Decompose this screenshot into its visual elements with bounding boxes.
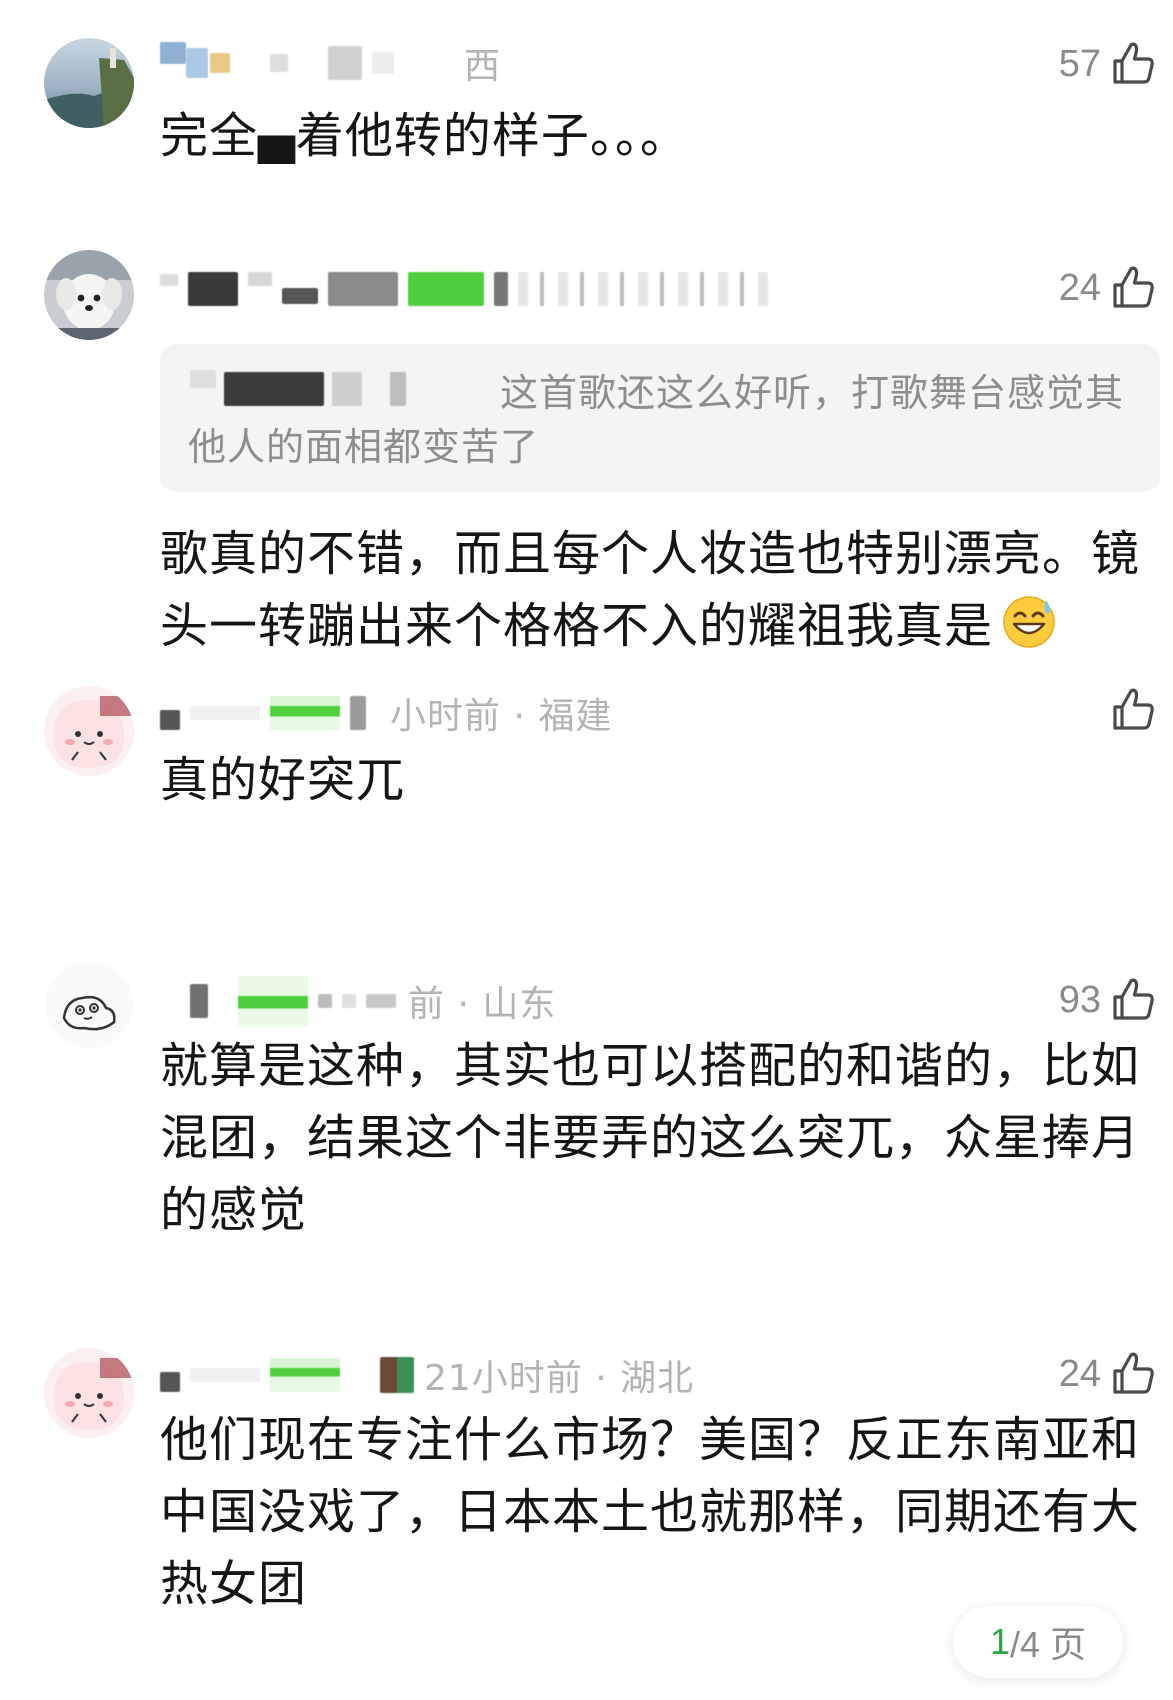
username-mosaic [160,42,186,64]
username-mosaic [282,288,318,304]
username-mosaic [328,46,362,80]
username-mosaic [372,52,394,74]
quoted-text: 这首歌还这么好听，打歌舞台感觉其他人的面相都变苦了 [188,371,1125,469]
avatar-dog-image [44,250,134,340]
username-mosaic [160,710,180,730]
username-mosaic [190,984,208,1018]
comment-item: 前 · 山东 93 就算是这种，其实也可以搭配的和谐的，比如混团，结果这个非要弄… [0,960,1173,1260]
username-mosaic [160,274,178,286]
username-mosaic [350,696,366,730]
comment-item: 24 这首歌还这么好听，打歌舞台感觉其他人的面相都变苦了 歌真的不错，而且每个人… [0,240,1173,654]
username-row[interactable]: 西 [160,40,502,87]
comment-item: 小时前 · 福建 真的好突兀 [0,680,1173,880]
thumbs-up-icon [1113,1352,1154,1394]
avatar[interactable] [44,250,134,340]
thumbs-up-icon [1113,978,1154,1020]
comment-text-body: 歌真的不错，而且每个人妆造也特别漂亮。镜头一转蹦出来个格格不入的耀祖我真是 [160,526,1141,654]
username-mosaic [380,1357,414,1393]
like-button[interactable]: 24 [1059,1350,1157,1398]
time-location-text: 前 · 山东 [408,984,557,1025]
avatar[interactable] [44,960,134,1050]
username-mosaic [342,994,356,1008]
time-location-text: 21小时前 · 湖北 [424,1358,695,1399]
username-row[interactable] [160,266,768,312]
avatar-landscape-image [44,38,134,128]
username-mosaic [328,272,398,306]
total-pages: /4 页 [1010,1624,1087,1665]
username-mosaic [518,272,768,306]
sweat-smile-emoji [1003,596,1055,648]
avatar[interactable] [44,1348,134,1438]
time-location-text: 小时前 · 福建 [390,696,613,737]
username-mosaic [494,272,508,306]
avatar[interactable] [44,686,134,776]
username-mosaic [190,1368,260,1382]
comment-item: 西 57 完全▄着他转的样子。。。 [0,0,1173,200]
username-mosaic [270,696,340,730]
username-row[interactable]: 前 · 山东 [160,976,557,1026]
like-button[interactable]: 93 [1059,976,1157,1024]
username-mosaic [248,272,272,286]
username-mosaic [366,994,396,1008]
avatar-cartoon-image [44,686,134,776]
username-mosaic [238,976,308,1026]
quoted-reply[interactable]: 这首歌还这么好听，打歌舞台感觉其他人的面相都变苦了 [160,344,1160,492]
avatar-cartoon-image [44,1348,134,1438]
username-mosaic [270,1358,340,1392]
like-count: 57 [1058,42,1101,85]
username-mosaic [190,706,260,720]
username-mosaic [160,1372,180,1392]
comment-item: 21小时前 · 湖北 24 他们现在专注什么市场？美国？反正东南亚和中国没戏了，… [0,1330,1173,1650]
thumbs-up-icon [1113,42,1154,84]
avatar[interactable] [44,38,134,128]
like-count: 93 [1058,978,1101,1021]
like-count: 24 [1058,266,1101,309]
thumbs-up-icon [1113,266,1154,308]
like-button[interactable]: 57 [1059,40,1157,88]
username-mosaic [408,272,484,306]
username-row[interactable]: 21小时前 · 湖北 [160,1352,695,1399]
username-mosaic [210,53,230,73]
comment-text: 真的好突兀 [160,752,406,808]
like-button[interactable]: 24 [1059,264,1157,312]
username-mosaic [186,48,208,78]
comment-text: 他们现在专注什么市场？美国？反正东南亚和中国没戏了，日本本土也就那样，同期还有大… [160,1412,1141,1612]
location-text: 西 [464,46,502,87]
like-button[interactable] [1101,686,1157,734]
current-page: 1 [989,1621,1010,1662]
thumbs-up-icon [1113,688,1154,730]
page-indicator[interactable]: 1/4 页 [953,1606,1123,1678]
avatar-doodle-image [44,960,134,1050]
username-mosaic [188,272,238,306]
comment-text: 完全▄着他转的样子。。。 [160,108,689,164]
comment-text: 歌真的不错，而且每个人妆造也特别漂亮。镜头一转蹦出来个格格不入的耀祖我真是 [160,518,1160,662]
username-mosaic [270,54,288,72]
like-count: 24 [1058,1352,1101,1395]
comment-text: 就算是这种，其实也可以搭配的和谐的，比如混团，结果这个非要弄的这么突兀，众星捧月… [160,1038,1141,1238]
username-mosaic [318,994,332,1008]
username-row[interactable]: 小时前 · 福建 [160,690,613,737]
